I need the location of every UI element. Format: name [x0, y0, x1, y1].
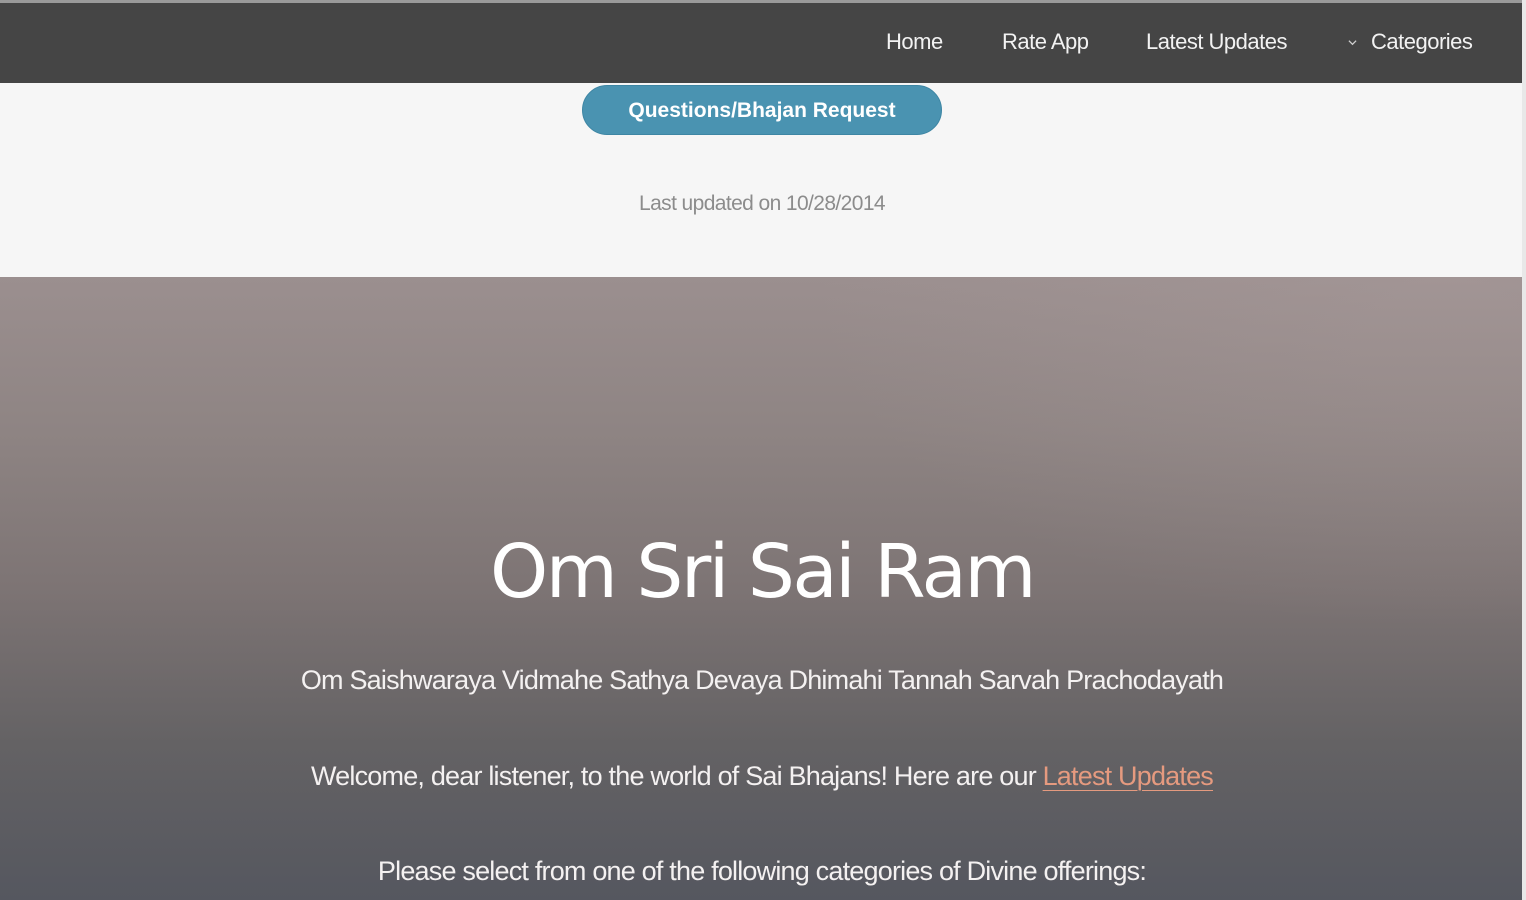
- hero-mantra: Om Saishwaraya Vidmahe Sathya Devaya Dhi…: [300, 665, 1224, 695]
- page-right-border: [1522, 0, 1526, 900]
- hero-select-text: Please select from one of the following …: [377, 856, 1147, 886]
- hero-welcome: Welcome, dear listener, to the world of …: [0, 761, 1524, 792]
- nav-rate-app-link[interactable]: Rate App: [1002, 29, 1089, 55]
- top-section: Questions/Bhajan Request Last updated on…: [0, 83, 1522, 277]
- latest-updates-link[interactable]: Latest Updates: [1043, 761, 1214, 791]
- hero-title: Om Sri Sai Ram: [490, 529, 1036, 615]
- hero-section: Om Sri Sai Ram Om Saishwaraya Vidmahe Sa…: [0, 277, 1522, 900]
- chevron-down-icon: [1348, 40, 1357, 46]
- hero-welcome-text: Welcome, dear listener, to the world of …: [310, 761, 1037, 791]
- top-navbar: Home Rate App Latest Updates Categories: [0, 0, 1522, 83]
- nav-home-link[interactable]: Home: [886, 29, 943, 55]
- page: Home Rate App Latest Updates Categories …: [0, 0, 1526, 900]
- questions-bhajan-request-button[interactable]: Questions/Bhajan Request: [582, 85, 942, 135]
- nav-categories-dropdown[interactable]: Categories: [1348, 29, 1473, 55]
- last-updated-text: Last updated on 10/28/2014: [639, 192, 886, 215]
- nav-latest-updates-link[interactable]: Latest Updates: [1146, 29, 1287, 55]
- nav-categories-label: Categories: [1371, 29, 1473, 54]
